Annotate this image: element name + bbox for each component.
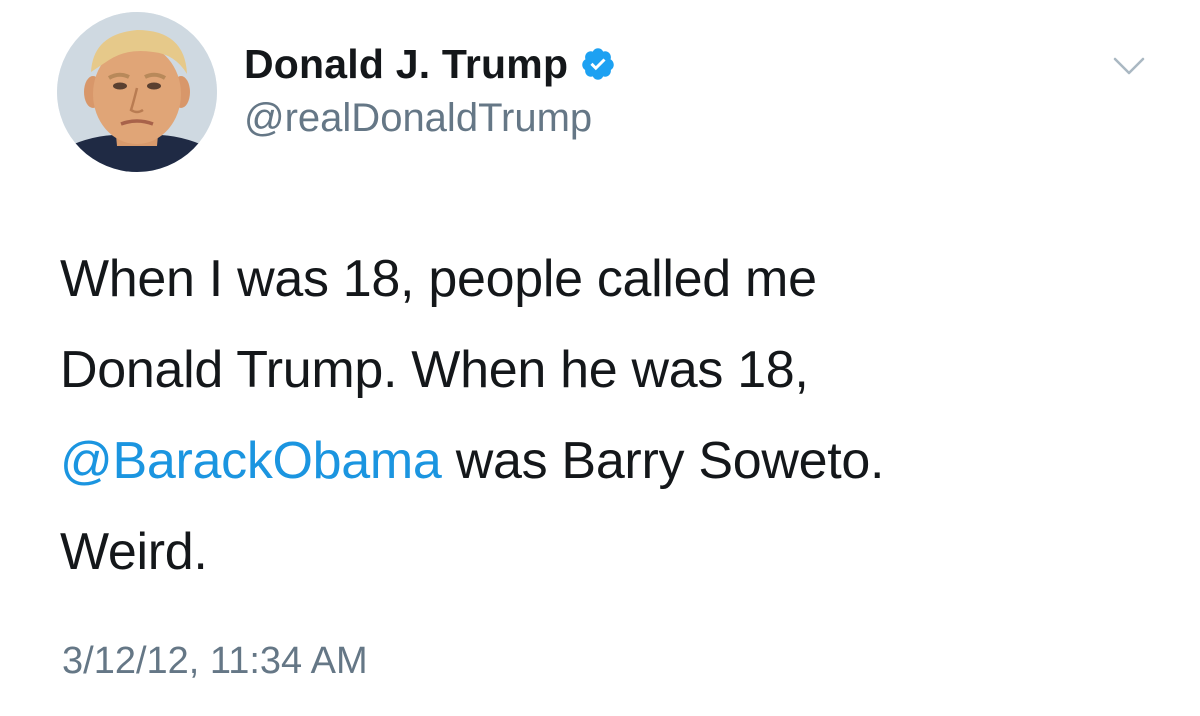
tweet-text-line-3: @BarackObama was Barry Soweto. <box>60 416 1160 507</box>
avatar[interactable] <box>57 12 217 172</box>
tweet-card: Donald J. Trump @realDonaldTrump When I … <box>0 0 1200 716</box>
mention-link[interactable]: @BarackObama <box>60 432 442 490</box>
tweet-text-line-4: Weird. <box>60 523 208 581</box>
avatar-image <box>57 12 217 172</box>
chevron-down-icon[interactable] <box>1112 55 1146 77</box>
timestamp[interactable]: 3/12/12, 11:34 AM <box>62 640 368 683</box>
tweet-text: When I was 18, people called me Donald T… <box>60 234 1160 598</box>
display-name[interactable]: Donald J. Trump <box>244 41 568 88</box>
tweet-header: Donald J. Trump @realDonaldTrump <box>244 38 616 141</box>
name-row: Donald J. Trump <box>244 38 616 90</box>
tweet-text-line-2: Donald Trump. When he was 18, <box>60 341 809 399</box>
verified-badge-icon <box>580 46 616 82</box>
tweet-text-line-3-rest: was Barry Soweto. <box>441 432 885 490</box>
tweet-text-line-1: When I was 18, people called me <box>60 250 817 308</box>
handle[interactable]: @realDonaldTrump <box>244 96 616 141</box>
